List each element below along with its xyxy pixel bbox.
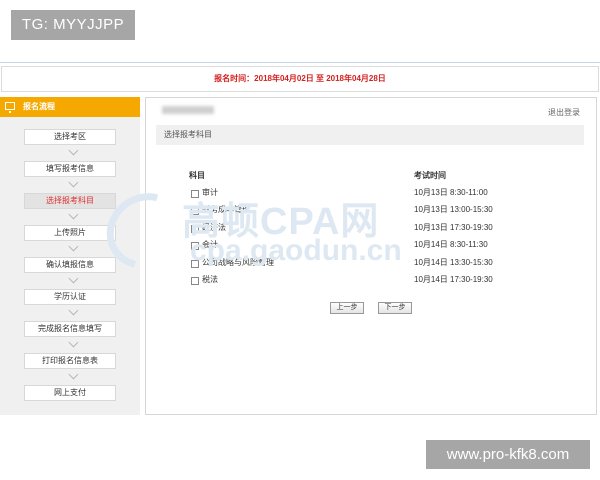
subject-row: 会计 10月14日 8:30-11:30	[146, 239, 598, 256]
sidebar-header: 报名流程	[0, 97, 140, 117]
chevron-down-icon	[68, 209, 79, 220]
next-step-button[interactable]: 下一步	[378, 302, 412, 314]
subject-name: 税法	[202, 275, 218, 284]
step-upload-photo[interactable]: 上传照片	[24, 225, 116, 241]
step-fill-exam-info[interactable]: 填写报考信息	[24, 161, 116, 177]
subject-name: 会计	[202, 240, 218, 249]
chevron-down-icon	[68, 369, 79, 380]
process-sidebar: 报名流程 选择考区 填写报考信息 选择报考科目 上传照片 确认填报信息 学历认证…	[0, 97, 140, 415]
subject-name: 审计	[202, 188, 218, 197]
exam-time: 10月13日 13:00-15:30	[414, 205, 493, 214]
step-complete-registration[interactable]: 完成报名信息填写	[24, 321, 116, 337]
step-online-payment[interactable]: 网上支付	[24, 385, 116, 401]
subject-checkbox[interactable]	[191, 225, 199, 233]
exam-time: 10月14日 17:30-19:30	[414, 275, 493, 284]
sidebar-title: 报名流程	[23, 102, 55, 111]
subject-row: 审计 10月13日 8:30-11:00	[146, 187, 598, 204]
subject-checkbox[interactable]	[191, 190, 199, 198]
exam-time: 10月13日 8:30-11:00	[414, 188, 488, 197]
section-title: 选择报考科目	[156, 125, 584, 145]
subject-checkbox[interactable]	[191, 277, 199, 285]
subject-row: 公司战略与风险管理 10月14日 13:30-15:30	[146, 257, 598, 274]
subject-row: 财务成本管理 10月13日 13:00-15:30	[146, 204, 598, 221]
exam-time: 10月14日 8:30-11:30	[414, 240, 488, 249]
column-header-subject: 科目	[189, 171, 205, 180]
subject-checkbox[interactable]	[191, 242, 199, 250]
step-select-exam-area[interactable]: 选择考区	[24, 129, 116, 145]
subject-name: 经济法	[202, 223, 226, 232]
chevron-down-icon	[68, 337, 79, 348]
url-badge: www.pro-kfk8.com	[426, 440, 590, 469]
subject-checkbox[interactable]	[191, 207, 199, 215]
header-divider	[0, 62, 600, 63]
registration-period-banner: 报名时间：2018年04月02日 至 2018年04月28日	[1, 66, 599, 92]
step-print-registration[interactable]: 打印报名信息表	[24, 353, 116, 369]
subject-name: 财务成本管理	[202, 205, 250, 214]
column-header-exam-time: 考试时间	[414, 171, 446, 180]
chevron-down-icon	[68, 241, 79, 252]
blurred-username	[162, 106, 214, 114]
step-degree-verification[interactable]: 学历认证	[24, 289, 116, 305]
previous-step-button[interactable]: 上一步	[330, 302, 364, 314]
subject-checkbox[interactable]	[191, 260, 199, 268]
monitor-icon	[5, 102, 15, 113]
main-panel: 退出登录 选择报考科目 科目 考试时间 审计 10月13日 8:30-11:00…	[145, 97, 597, 415]
subject-row: 经济法 10月13日 17:30-19:30	[146, 222, 598, 239]
tg-badge: TG: MYYJJPP	[11, 10, 135, 40]
exam-time: 10月13日 17:30-19:30	[414, 223, 493, 232]
chevron-down-icon	[68, 177, 79, 188]
subject-row: 税法 10月14日 17:30-19:30	[146, 274, 598, 291]
logout-link[interactable]: 退出登录	[548, 107, 580, 118]
chevron-down-icon	[68, 145, 79, 156]
subject-name: 公司战略与风险管理	[202, 258, 274, 267]
chevron-down-icon	[68, 305, 79, 316]
chevron-down-icon	[68, 273, 79, 284]
step-select-subjects[interactable]: 选择报考科目	[24, 193, 116, 209]
step-confirm-info[interactable]: 确认填报信息	[24, 257, 116, 273]
exam-time: 10月14日 13:30-15:30	[414, 258, 493, 267]
